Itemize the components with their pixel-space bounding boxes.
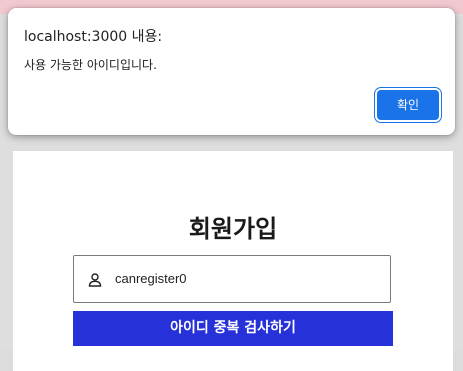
page-title: 회원가입 (188, 215, 278, 243)
id-input-value: canregister0 (115, 271, 187, 286)
dialog-message: 사용 가능한 아이디입니다. (24, 58, 157, 72)
person-icon (88, 273, 102, 287)
dialog-title: localhost:3000 내용: (24, 29, 163, 45)
id-input[interactable]: canregister0 (73, 255, 391, 303)
check-duplicate-button[interactable]: 아이디 중복 검사하기 (73, 311, 393, 346)
ok-button[interactable]: 확인 (377, 90, 439, 120)
signup-card: 회원가입 canregister0 아이디 중복 검사하기 (13, 151, 453, 371)
alert-dialog: localhost:3000 내용: 사용 가능한 아이디입니다. 확인 (8, 8, 455, 135)
